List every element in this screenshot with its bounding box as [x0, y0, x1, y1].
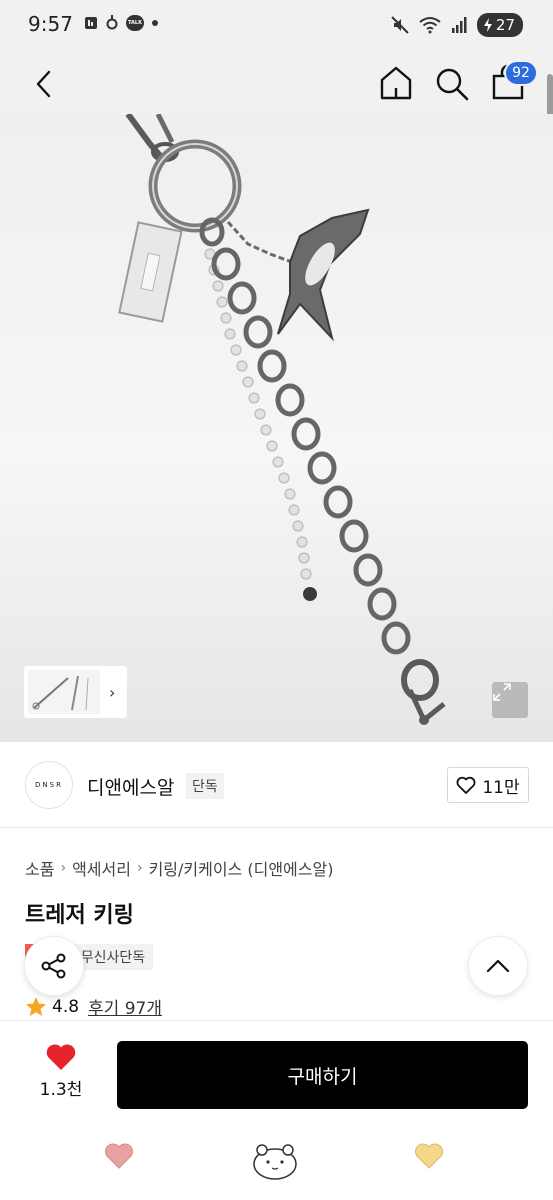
nav-home-button[interactable]	[250, 1142, 300, 1182]
breadcrumb: 소품 › 액세서리 › 키링/키케이스 (디앤에스알)	[25, 856, 333, 880]
heart-outline-icon	[456, 776, 476, 794]
thumbnail-next-icon[interactable]: ›	[109, 683, 115, 702]
scroll-top-button[interactable]	[468, 936, 528, 996]
wishlist-button[interactable]: 1.3천	[28, 1043, 94, 1109]
purchase-bar: 1.3천 구매하기	[0, 1020, 553, 1128]
brand-like-button[interactable]: 11만	[447, 767, 529, 803]
thumbnail-image[interactable]	[28, 670, 100, 714]
mute-icon	[391, 16, 409, 34]
kakaotalk-icon: TALK	[126, 15, 144, 31]
brand-exclusive-tag: 단독	[186, 773, 224, 799]
status-icons-right: 27	[391, 13, 523, 37]
cart-count-badge: 92	[504, 60, 538, 86]
exclusive-tag: 무신사단독	[72, 944, 154, 970]
home-button[interactable]	[378, 64, 414, 102]
expand-button[interactable]	[492, 682, 528, 718]
search-button[interactable]	[434, 64, 470, 102]
brand-name[interactable]: 디앤에스알	[87, 773, 174, 800]
thumbnail-keyring-icon	[32, 675, 89, 711]
battery-level: 27	[495, 16, 515, 34]
pink-heart-icon	[105, 1143, 133, 1169]
breadcrumb-item[interactable]: 키링/키케이스 (디앤에스알)	[149, 856, 334, 880]
product-photo	[118, 114, 446, 725]
home-icon	[380, 66, 412, 100]
chevron-up-icon	[486, 959, 510, 973]
dot-icon	[152, 20, 158, 26]
talk-label: TALK	[128, 20, 142, 26]
thumbnail-strip[interactable]: ›	[24, 666, 127, 718]
rating-row: 4.8 후기 97개	[25, 994, 162, 1019]
scroll-indicator	[547, 74, 553, 118]
breadcrumb-separator: ›	[136, 860, 143, 876]
location-icon	[106, 15, 118, 30]
nav-back-button[interactable]	[104, 1142, 134, 1170]
share-button[interactable]	[24, 936, 84, 996]
bear-face-icon	[253, 1144, 297, 1180]
battery-icon: 27	[476, 13, 523, 37]
breadcrumb-separator: ›	[60, 860, 67, 876]
system-nav-bar	[0, 1128, 553, 1200]
status-time: 9:57	[28, 12, 73, 36]
message-icon	[85, 17, 97, 29]
product-image-gallery[interactable]: ›	[0, 114, 553, 742]
heart-filled-icon	[46, 1044, 76, 1070]
brand-logo-text: DNSR	[35, 781, 63, 789]
status-icons-left: TALK	[84, 14, 158, 32]
rating-value: 4.8	[52, 996, 80, 1017]
review-link[interactable]: 후기 97개	[88, 994, 162, 1019]
breadcrumb-item[interactable]: 액세서리	[72, 856, 131, 880]
product-title: 트레저 키링	[25, 903, 134, 928]
chevron-left-icon	[36, 70, 51, 98]
brand-logo[interactable]: DNSR	[25, 761, 73, 809]
signal-icon	[451, 17, 467, 33]
search-icon	[436, 68, 469, 101]
buy-button[interactable]: 구매하기	[117, 1041, 528, 1109]
yellow-heart-icon	[415, 1143, 443, 1169]
brand-row: DNSR 디앤에스알 단독 11만	[0, 742, 553, 828]
wifi-icon	[419, 17, 441, 34]
wishlist-count: 1.3천	[39, 1080, 83, 1100]
star-icon	[26, 996, 46, 1016]
back-button[interactable]	[26, 66, 62, 102]
app-header	[0, 52, 553, 114]
nav-recents-button[interactable]	[414, 1142, 444, 1170]
status-bar: 9:57 TALK 27	[0, 0, 553, 52]
charging-icon	[483, 18, 492, 32]
expand-icon	[493, 683, 511, 701]
brand-like-count: 11만	[482, 777, 520, 798]
share-icon	[41, 953, 66, 979]
breadcrumb-item[interactable]: 소품	[25, 856, 54, 880]
